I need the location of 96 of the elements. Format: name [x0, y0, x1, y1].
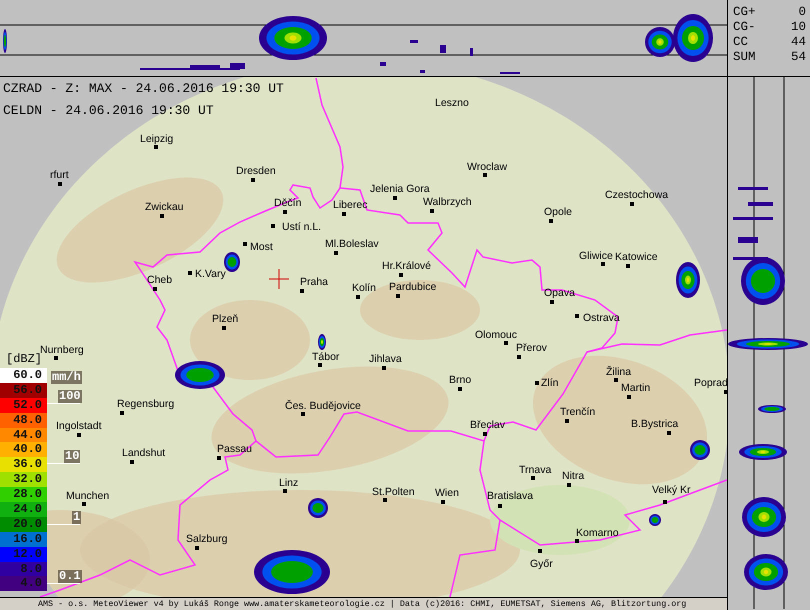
city-label: Salzburg — [186, 533, 228, 545]
radar-echo — [649, 514, 661, 526]
city-label: Most — [250, 241, 273, 253]
rain-rate-mark: 10 — [64, 450, 80, 463]
radar-echo — [175, 361, 225, 389]
count-label: CG- — [733, 20, 756, 35]
city-label: Walbrzych — [423, 196, 472, 208]
city-label: Brno — [449, 374, 472, 386]
city-label: K.Vary — [195, 268, 226, 280]
legend-level: 48.0 — [0, 412, 47, 428]
city-label: Linz — [279, 477, 298, 489]
city-label: Zlín — [541, 377, 559, 389]
city-label: Munchen — [66, 490, 110, 502]
city-label: Leszno — [435, 97, 469, 109]
radar-echo — [308, 498, 328, 518]
count-value: 10 — [790, 20, 806, 35]
city-label: Leipzig — [140, 133, 174, 145]
city-label: Čes. Budějovice — [285, 400, 361, 412]
city-label: Ustí n.L. — [282, 221, 322, 233]
city-label: St.Polten — [372, 486, 415, 498]
city-label: Ml.Boleslav — [325, 238, 379, 250]
city-label: Ingolstadt — [56, 420, 102, 432]
city-label: Přerov — [516, 342, 547, 354]
radar-echo — [676, 262, 700, 298]
city-label: Trnava — [519, 464, 552, 476]
rain-rate-mark: 0.1 — [58, 570, 82, 583]
city-label: Olomouc — [475, 329, 518, 341]
city-label: Plzeň — [212, 313, 238, 325]
radar-echo — [224, 252, 240, 272]
radar-echo — [742, 497, 786, 537]
legend-level: 52.0 — [0, 398, 47, 413]
legend-level: 12.0 — [0, 546, 47, 562]
count-value: 0 — [798, 5, 806, 20]
legend-level: 4.0 — [0, 576, 47, 592]
city-label: Opava — [544, 287, 575, 299]
rain-rate-mark: 100 — [58, 390, 82, 403]
city-label: Opole — [544, 206, 572, 218]
rain-rate-mark: 1 — [72, 511, 82, 524]
legend-level: 20.0 — [0, 516, 47, 532]
city-label: Trenčín — [560, 406, 596, 418]
city-label: Dresden — [236, 165, 276, 177]
legend-level: 40.0 — [0, 442, 47, 458]
city-label: Žilina — [606, 366, 632, 378]
radar-echo — [739, 444, 787, 460]
city-label: Praha — [300, 276, 328, 288]
legend-level: 28.0 — [0, 487, 47, 502]
city-label: Velký Kr — [652, 484, 691, 496]
legend-level: 32.0 — [0, 472, 47, 488]
city-label: Cheb — [147, 274, 172, 286]
city-label: Bratislava — [487, 490, 534, 502]
city-label: Martin — [621, 382, 650, 394]
count-label: SUM — [733, 50, 756, 65]
legend-level: 44.0 — [0, 428, 47, 442]
radar-echo — [758, 405, 786, 413]
lightning-product-title: CELDN - 24.06.2016 19:30 UT — [3, 103, 214, 118]
city-label: Tábor — [312, 351, 340, 363]
legend-level: 56.0 — [0, 382, 47, 398]
city-label: Czestochowa — [605, 189, 668, 201]
legend-level: 16.0 — [0, 532, 47, 547]
city-label: Nurnberg — [40, 344, 84, 356]
city-label: Katowice — [615, 251, 658, 263]
city-label: Jelenia Gora — [370, 183, 430, 195]
city-label: Győr — [530, 558, 553, 570]
radar-echo — [318, 334, 326, 350]
legend-level: 8.0 — [0, 562, 47, 576]
city-label: Wroclaw — [467, 161, 508, 173]
city-label: Hr.Králové — [382, 260, 432, 272]
radar-echo — [744, 554, 788, 590]
radar-echo — [690, 440, 710, 460]
legend-level: 60.0 — [0, 368, 47, 383]
legend-unit: [dBZ] — [6, 352, 42, 366]
footer-credits: AMS - o.s. MeteoViewer v4 by Lukáš Ronge www.amaterskameteorologie.cz | Data (c)2016: CHMI, EUMETSAT, Siemens AG, Blitzortung.org — [0, 597, 727, 610]
count-label: CC — [733, 35, 748, 50]
count-value: 54 — [790, 50, 806, 65]
city-label: Poprad — [694, 377, 727, 389]
city-label: Landshut — [122, 447, 166, 459]
city-label: Pardubice — [389, 281, 436, 293]
count-value: 44 — [790, 35, 806, 50]
crosshair-icon — [268, 268, 290, 290]
city-label: Nitra — [562, 470, 584, 482]
city-label: Komarno — [576, 527, 619, 539]
radar-echo — [3, 29, 7, 53]
legend-level: 24.0 — [0, 502, 47, 517]
city-label: rfurt — [50, 169, 69, 181]
city-label: B.Bystrica — [631, 418, 678, 430]
rain-unit: mm/h — [51, 371, 82, 384]
city-label: Wien — [435, 487, 459, 499]
city-label: Zwickau — [145, 201, 184, 213]
city-label: Kolín — [352, 282, 376, 294]
legend-level: 36.0 — [0, 457, 47, 472]
city-label: Gliwice — [579, 250, 613, 262]
count-label: CG+ — [733, 5, 756, 20]
city-label: Jihlava — [369, 353, 402, 365]
radar-echo — [259, 16, 327, 60]
city-label: Regensburg — [117, 398, 174, 410]
radar-product-title: CZRAD - Z: MAX - 24.06.2016 19:30 UT — [3, 81, 284, 96]
